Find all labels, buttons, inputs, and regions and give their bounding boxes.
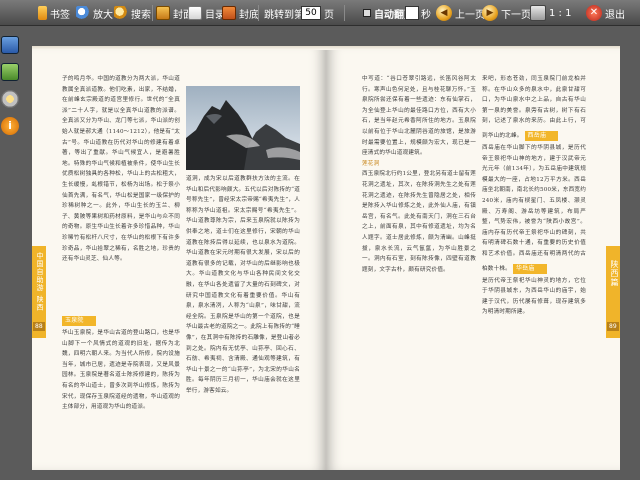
section-tab-label: 中国自助游 陕西 [36,252,44,312]
info-icon[interactable]: i [1,117,19,135]
search-label: 搜索 [131,9,151,21]
section-body: 是历代帝王祭祀华山神灵的地方，它位于华阴县城东，为西岳华山的庙宇，始建于汉代，历… [482,277,586,316]
right-column-1: 中写道：“谷口苍翠引路远，长笛风谷阿太行。寒声山色何足处，且与桂花聊万怀。”玉泉… [362,74,476,462]
mountain-photo-graphic [186,86,300,170]
exit-button[interactable]: ✕ 退出 [586,3,625,23]
page-number-input[interactable]: 50 [301,6,321,20]
page-number: 89 [607,322,619,331]
left-column-1-bottom: 玉泉院 华山玉泉院，是华山古道的登山路口，也是华山脚下一个风情式的道观的旧址，据… [62,312,180,462]
seconds-label: 秒 [421,9,431,21]
magnifier-icon [76,6,90,20]
zoom-ratio-label: 1 : 1 [549,7,572,19]
search-icon [114,6,128,20]
zoom-in-button[interactable]: 放大 [76,3,113,23]
prev-page-button[interactable]: ◀ 上一页 [436,3,485,23]
jump-suffix-label: 页 [324,9,334,21]
thumbnail-view-icon[interactable] [1,36,19,54]
section-body: 西岳庙在华山脚下的华阴县城，是历代帝王祭祀华山神的地方，建于汉武帝元光元年（前1… [482,144,586,272]
gallery-icon[interactable] [1,63,19,81]
right-column-2-text: 来吧，形态苍劲，同玉泉院门前龙柏并称。在华山众多的泉水中，此泉甘甜可口，为华山泉… [482,76,586,139]
next-page-label: 下一页 [501,9,531,21]
section-heading: 西岳庙 [524,130,559,141]
arrow-left-icon: ◀ [436,5,452,21]
back-cover-button[interactable]: 封底 [222,3,259,23]
table-of-contents-icon [188,6,202,20]
bookmark-label: 书签 [50,9,70,21]
page-edge [32,46,326,50]
page-edge [326,46,620,50]
section-body: 华山玉泉院，是华山古道的登山路口，也是华山脚下一个风情式的道观的旧址，据传为北魏… [62,330,180,411]
section-heading: 玉泉院 [62,316,96,326]
bookmark-icon [38,6,47,20]
bookmark-button[interactable]: 书签 [38,3,70,23]
back-cover-icon [222,6,236,20]
cover-icon [156,6,170,20]
left-page[interactable]: 子的鸣月华。中国的道教分为两大派，华山道教属全真派道教。他们吃素，出家，不结婚，… [32,46,326,470]
zoom-in-label: 放大 [93,9,113,21]
section-tab: 陕西篇 89 [606,246,620,338]
jump-to-label: 跳转到第 [264,9,304,21]
exit-icon: ✕ [586,5,602,21]
toolbar-divider [258,5,259,21]
page-number: 88 [33,322,45,331]
exit-label: 退出 [605,9,625,21]
back-cover-label: 封底 [239,9,259,21]
open-book: 子的鸣月华。中国的道教分为两大派，华山道教属全真派道教。他们吃素，出家，不结婚，… [32,46,620,470]
reader-toolbar: 书签 放大 搜索 封面 目录 封底 跳转到第 50 页 自动翻页 秒 ◀ 上一页… [0,0,640,26]
section-tab: 中国自助游 陕西 88 [32,246,46,338]
section-body: 西玉泉院北行约1公里，登北另有道士留有莲花洞之遗址，其次，在陈抟洞先生之处有莲花… [362,171,476,273]
section-tab-label: 陕西篇 [610,260,619,287]
right-column-1-text: 中写道：“谷口苍翠引路远，长笛风谷阿太行。寒声山色何足处，且与桂花聊万怀。”玉泉… [362,76,476,157]
next-page-button[interactable]: ▶ 下一页 [482,3,531,23]
arrow-right-icon: ▶ [482,5,498,21]
toolbar-divider [152,5,153,21]
actual-size-button[interactable]: 1 : 1 [530,3,571,23]
autoflip-seconds-input[interactable] [405,6,419,20]
side-dock: i [0,36,20,144]
toc-button[interactable]: 目录 [188,3,225,23]
autoflip-checkbox[interactable] [363,9,371,17]
settings-gear-icon[interactable] [1,90,19,108]
prev-page-label: 上一页 [455,9,485,21]
left-column-2-text: 道洞，成为宋以后道教群扶方法的主流。在华山和后代影响颇大。五代以后对陈抟的“道号… [186,176,300,394]
left-column-1-text: 子的鸣月华。中国的道教分为两大派，华山道教属全真派道教。他们吃素，出家，不结婚，… [62,76,180,263]
actual-size-icon [530,5,546,21]
search-button[interactable]: 搜索 [114,3,151,23]
mountain-photo [186,86,300,170]
toolbar-divider [344,5,345,21]
section-heading: 华岳庙 [512,263,547,274]
right-page[interactable]: 中写道：“谷口苍翠引路远，长笛风谷阿太行。寒声山色何足处，且与桂花聊万怀。”玉泉… [326,46,620,470]
section-heading: 莲花洞 [362,160,380,167]
right-column-2: 来吧，形态苍劲，同玉泉院门前龙柏并称。在华山众多的泉水中，此泉甘甜可口，为华山泉… [482,74,586,462]
